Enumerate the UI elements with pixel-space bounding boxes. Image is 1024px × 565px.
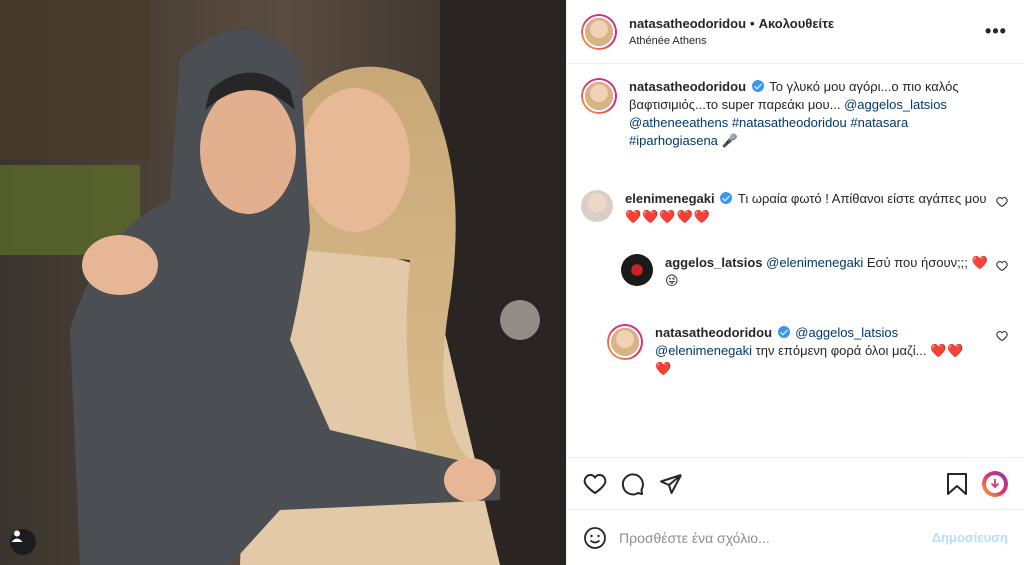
commenter-username[interactable]: aggelos_latsios [665, 255, 763, 270]
commenter-username[interactable]: elenimenegaki [625, 191, 715, 206]
like-comment-heart-icon[interactable] [996, 260, 1008, 272]
heart-emoji: ❤️ [655, 361, 673, 376]
story-download-icon[interactable] [982, 470, 1008, 497]
add-comment-bar: Δημοσίευση [567, 509, 1024, 565]
wink-emoji: 😜 [665, 273, 679, 288]
like-comment-heart-icon[interactable] [996, 330, 1008, 342]
caption-mention[interactable]: @aggelos_latsios [844, 97, 947, 112]
follow-status[interactable]: Ακολουθείτε [759, 16, 835, 31]
comment-text: την επόμενη φορά όλοι μαζί... [755, 343, 927, 358]
comments-list: natasatheodoridou Το γλυκό μου αγόρι...ο… [567, 64, 1024, 457]
post-modal: natasatheodoridou • Ακολουθείτε Athénée … [0, 0, 1024, 565]
commenter-username[interactable]: natasatheodoridou [655, 325, 772, 340]
commenter-avatar[interactable] [621, 254, 653, 286]
post-photo[interactable] [0, 0, 566, 565]
verified-badge-icon [720, 192, 733, 204]
caption-username[interactable]: natasatheodoridou [629, 79, 746, 94]
author-username[interactable]: natasatheodoridou [629, 16, 746, 31]
post-actions [567, 457, 1024, 509]
caption-avatar[interactable] [581, 78, 617, 114]
user-icon [11, 530, 23, 542]
post-header: natasatheodoridou • Ακολουθείτε Athénée … [567, 0, 1024, 64]
comment-text: Εσύ που ήσουν;;; [866, 255, 968, 270]
verified-badge-icon [751, 80, 764, 92]
microphone-emoji: 🎤 [721, 133, 738, 148]
download-arrow-icon [990, 478, 1000, 488]
comment-input[interactable] [619, 529, 932, 546]
hearts-emoji: ❤️❤️ [930, 343, 965, 358]
reply-item: aggelos_latsios @elenimenegaki Εσύ που ή… [621, 254, 1008, 290]
share-icon[interactable] [659, 472, 683, 496]
caption-tags[interactable]: @atheneeathens #natasatheodoridou #natas… [629, 115, 908, 148]
comment-text: Τι ωραία φωτό ! Απίθανοι είστε αγάπες μο… [737, 191, 987, 206]
reply-mention[interactable]: @aggelos_latsios [795, 325, 898, 340]
caption: natasatheodoridou Το γλυκό μου αγόρι...ο… [581, 78, 1008, 150]
photo-illustration [0, 0, 566, 565]
more-options-icon[interactable]: ••• [984, 21, 1008, 42]
avatar-image [585, 82, 613, 110]
reply-mention-2[interactable]: @elenimenegaki [655, 343, 752, 358]
separator-dot: • [750, 16, 755, 31]
hearts-emoji: ❤️❤️❤️❤️❤️ [625, 209, 711, 224]
commenter-avatar[interactable] [607, 324, 643, 360]
smiley-icon[interactable] [583, 526, 607, 550]
tagged-users-button[interactable] [10, 529, 36, 555]
comment-item: elenimenegaki Τι ωραία φωτό ! Απίθανοι ε… [581, 190, 1008, 226]
reply-mention[interactable]: @elenimenegaki [766, 255, 863, 270]
avatar-image [611, 328, 639, 356]
commenter-avatar[interactable] [581, 190, 613, 222]
post-side-panel: natasatheodoridou • Ακολουθείτε Athénée … [566, 0, 1024, 565]
verified-badge-icon [777, 326, 790, 338]
post-comment-button[interactable]: Δημοσίευση [932, 530, 1008, 545]
author-avatar[interactable] [581, 13, 617, 50]
comment-icon[interactable] [621, 472, 645, 496]
avatar-image [585, 17, 613, 46]
bookmark-icon[interactable] [946, 472, 968, 496]
post-location[interactable]: Athénée Athens [629, 35, 984, 47]
heart-emoji: ❤️ [971, 255, 989, 270]
heart-icon[interactable] [583, 472, 607, 496]
reply-item: natasatheodoridou @aggelos_latsios @elen… [607, 324, 1008, 378]
like-comment-heart-icon[interactable] [996, 196, 1008, 208]
